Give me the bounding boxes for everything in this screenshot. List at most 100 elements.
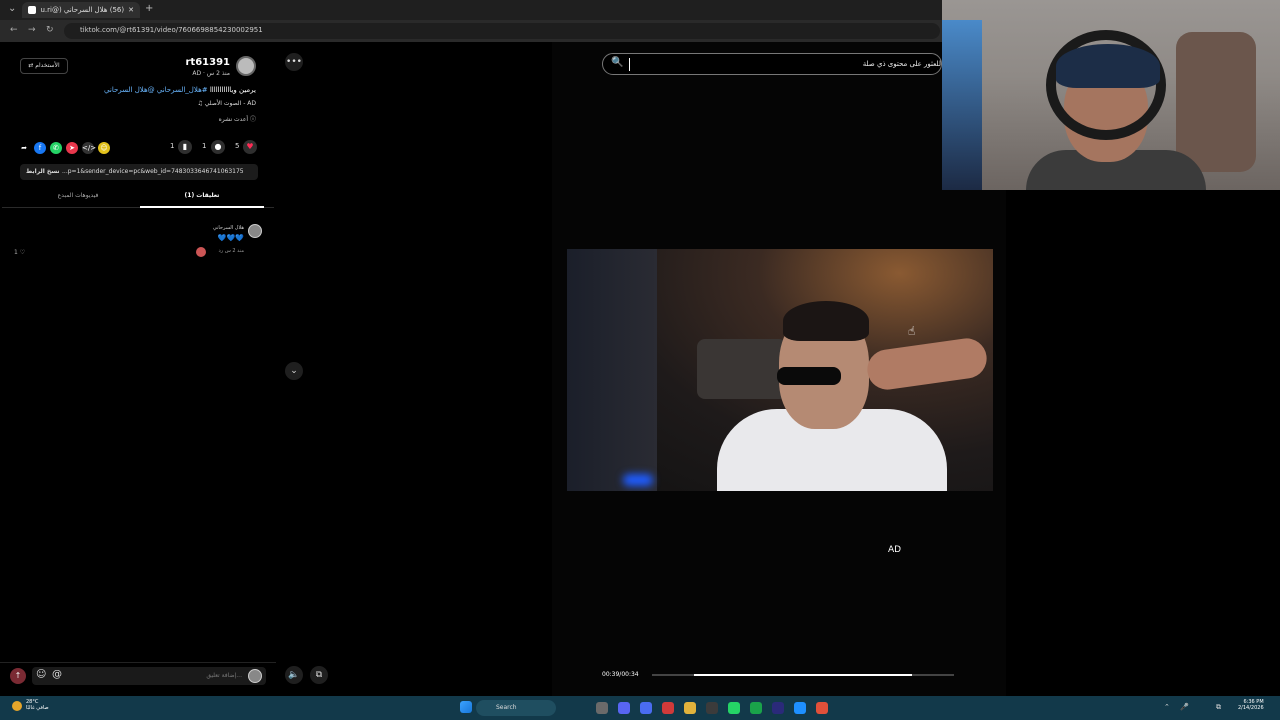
repost-label: أعدت نشره [218, 116, 249, 123]
mouse-cursor-icon: ☝ [908, 324, 916, 338]
weather-desc: صافي غالبًا [26, 705, 49, 711]
copy-link-button[interactable]: نسخ الرابط [26, 168, 60, 175]
webcam-cap [1056, 44, 1160, 88]
chrome-active-icon[interactable] [816, 702, 828, 714]
tab-title: (56) هلال السرحاني (@s7u.ri) [40, 6, 125, 14]
tab-comments[interactable]: تعليقات (1) [140, 192, 264, 208]
bookmark-icon[interactable]: ▮ [178, 140, 192, 154]
video-person-arm [864, 335, 990, 393]
commenter-avatar[interactable] [248, 224, 262, 238]
commenter-name[interactable]: هلال السرحاني [213, 225, 244, 231]
video-watermark: AD [888, 545, 902, 555]
author-username[interactable]: rt61391 [185, 57, 230, 68]
clock-date: 2/14/2026 [1238, 705, 1264, 711]
tab-close-icon[interactable]: ✕ [128, 6, 134, 14]
video-scene-wall [567, 249, 657, 491]
video-person-sunglasses [777, 367, 841, 385]
sound-link[interactable]: ♫ الصوت الأصلي - AD [197, 100, 256, 107]
switch-account-button[interactable]: ⇄ الأستخدام [20, 58, 68, 74]
author-meta: AD · منذ 2 س [192, 70, 230, 77]
webcam-overlay [942, 0, 1280, 190]
video-player[interactable] [567, 249, 993, 491]
send-button[interactable]: ↑ [10, 668, 26, 684]
mention-icon[interactable]: @ [52, 669, 62, 680]
weather-icon [12, 701, 22, 711]
embed-icon[interactable]: </> [82, 142, 96, 154]
tiktok-favicon-icon [28, 6, 36, 14]
post-caption: يرمين ويااااااااااا #هلال_السرحاني @هلال… [104, 86, 256, 94]
text-caret [629, 58, 630, 71]
search-icon[interactable]: 🔍 [611, 57, 623, 68]
chrome-icon[interactable] [662, 702, 674, 714]
comments-count: 1 [202, 142, 207, 150]
new-tab-button[interactable]: + [145, 3, 153, 14]
spreadsheet-icon[interactable] [750, 702, 762, 714]
webcam-chair [1176, 32, 1256, 172]
video-time: 00:39/00:34 [602, 671, 639, 678]
taskbar-search-label: Search [496, 704, 517, 711]
heart-icon[interactable]: ♥ [243, 140, 257, 154]
saves-count: 1 [170, 142, 175, 150]
address-bar[interactable]: tiktok.com/@rt61391/video/76066988542300… [64, 23, 940, 39]
edge-icon[interactable] [794, 702, 806, 714]
facebook-icon[interactable]: f [34, 142, 46, 154]
media-app-icon[interactable] [772, 702, 784, 714]
comment-placeholder: إضافة تعليق... [206, 672, 242, 679]
back-icon[interactable]: ← [10, 25, 18, 35]
browser-tab[interactable]: (56) هلال السرحاني (@s7u.ri) ✕ [22, 2, 140, 18]
app-icon[interactable] [640, 702, 652, 714]
tab-creator-videos[interactable]: فيديوهات المبدع [16, 192, 140, 199]
share-link-text[interactable]: p=1&sender_device=pc&web_id=748303364674… [62, 168, 252, 175]
whatsapp-icon[interactable]: ✆ [50, 142, 62, 154]
task-view-icon[interactable] [596, 702, 608, 714]
tray-chevron-icon[interactable]: ⌃ [1164, 703, 1170, 711]
share-arrow-icon[interactable]: ➦ [18, 142, 30, 154]
tab-list-icon[interactable]: ⌄ [8, 3, 16, 14]
caption-tags[interactable]: #هلال_السرحاني @هلال السرحاني [104, 86, 208, 94]
emoji-share-icon[interactable]: ☺ [98, 142, 110, 154]
whatsapp-app-icon[interactable] [728, 702, 740, 714]
comment-text: 💙💙💙 [217, 234, 244, 242]
panel-tabs: فيديوهات المبدع تعليقات (1) [2, 188, 274, 208]
reload-icon[interactable]: ↻ [46, 25, 54, 35]
sound-label: الصوت الأصلي - AD [204, 100, 256, 107]
volume-icon[interactable]: 🔈 [285, 666, 303, 684]
repost-note: أعدت نشره ⓘ [218, 116, 256, 123]
system-clock[interactable]: 6:36 PM 2/14/2026 [1238, 699, 1264, 711]
windows-start-icon[interactable] [460, 701, 472, 713]
video-progress-bar[interactable] [652, 674, 954, 676]
comment-like-count[interactable]: 1 ♡ [14, 249, 25, 256]
comment-item: هلال السرحاني 💙💙💙 منذ 2 س رد 1 ♡ [0, 222, 276, 262]
comment-input[interactable]: ☺ @ إضافة تعليق... [32, 667, 266, 685]
comment-input-row: ↑ ☺ @ إضافة تعليق... [0, 662, 276, 686]
forward-icon[interactable]: → [28, 25, 36, 35]
chevron-down-icon[interactable]: ⌄ [285, 362, 303, 380]
video-person-hair [783, 301, 869, 341]
post-details-panel: rt61391 AD · منذ 2 س ⇄ الأستخدام يرمين و… [0, 42, 276, 696]
video-scene-light [623, 474, 653, 486]
file-explorer-icon[interactable] [684, 702, 696, 714]
picture-in-picture-icon[interactable]: ⧉ [310, 666, 328, 684]
switch-label: الأستخدام [35, 62, 60, 69]
comment-meta[interactable]: منذ 2 س رد [218, 248, 244, 254]
video-scene-pillow [697, 339, 787, 399]
likes-count: 5 [235, 142, 240, 150]
author-avatar[interactable] [236, 56, 256, 76]
caption-text: يرمين ويااااااااااا [209, 86, 256, 94]
discord-icon[interactable] [618, 702, 630, 714]
search-input[interactable]: 🔍 للعثور على محتوى ذي صلة [602, 53, 942, 75]
creator-liked-avatar [196, 247, 206, 257]
network-icon[interactable]: ⧉ [1216, 703, 1221, 712]
search-placeholder: للعثور على محتوى ذي صلة [862, 60, 941, 68]
video-progress-fill [694, 674, 912, 676]
windows-taskbar: 28°C صافي غالبًا Search ⌃ 🎤 ⧉ 6:36 PM 2/1… [0, 696, 1280, 720]
emoji-icon[interactable]: ☺ [36, 669, 46, 680]
actions-row: ➦ f ✆ ➤ </> ☺ 1 ▮ 1 ● 5 ♥ [18, 140, 258, 156]
telegram-icon[interactable]: ➤ [66, 142, 78, 154]
store-icon[interactable] [706, 702, 718, 714]
copy-link-box: نسخ الرابط p=1&sender_device=pc&web_id=7… [20, 164, 258, 180]
taskbar-search[interactable]: Search [476, 700, 556, 716]
comment-icon[interactable]: ● [211, 140, 225, 154]
more-options-icon[interactable]: ••• [285, 53, 303, 71]
mic-icon[interactable]: 🎤 [1180, 703, 1189, 711]
